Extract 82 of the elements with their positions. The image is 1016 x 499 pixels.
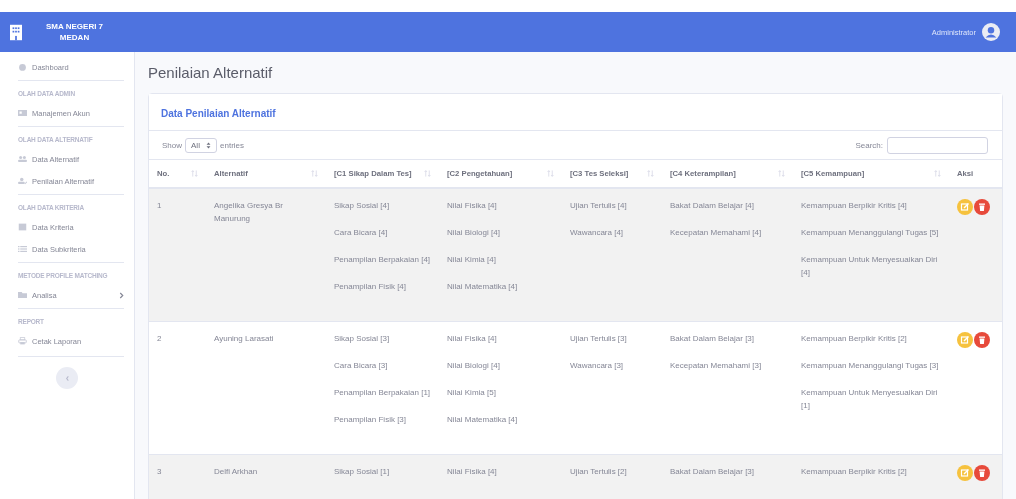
page-title: Penilaian Alternatif xyxy=(148,64,274,81)
score-entry: Penampilan Berpakaian [4] xyxy=(334,254,431,266)
select-arrows-icon xyxy=(206,141,211,149)
score-entry: Nilai Kimia [5] xyxy=(447,387,497,399)
delete-button[interactable] xyxy=(974,465,990,481)
avatar-icon[interactable] xyxy=(982,23,1000,41)
trash-icon xyxy=(977,335,987,345)
search-field[interactable] xyxy=(887,136,988,154)
table-icon xyxy=(18,223,27,231)
score-entry: Kecepatan Memahami [4] xyxy=(670,227,763,239)
users-icon xyxy=(18,155,27,163)
entries-label: entries xyxy=(220,140,245,150)
score-entry: Nilai Biologi [4] xyxy=(447,227,501,239)
sort-icon xyxy=(647,170,654,177)
score-entry: Nilai Fisika [4] xyxy=(447,200,498,212)
card-icon xyxy=(18,109,27,117)
score-entry: Nilai Matematika [4] xyxy=(447,414,519,426)
score-entry: Nilai Kimia [4] xyxy=(447,254,497,266)
table-cell: 3 xyxy=(149,454,206,499)
entries-select[interactable]: All xyxy=(185,137,217,153)
sort-icon xyxy=(934,170,941,177)
sort-icon xyxy=(424,170,431,177)
list-icon xyxy=(18,245,27,253)
sort-icon xyxy=(191,170,198,177)
score-entry: Sikap Sosial [1] xyxy=(334,466,391,478)
table-cell: 1 xyxy=(149,188,206,322)
score-entry: Cara Bicara [3] xyxy=(334,360,389,372)
user-edit-icon xyxy=(18,177,27,185)
trash-icon xyxy=(977,468,987,478)
score-entry: Penampilan Berpakaian [1] xyxy=(334,387,431,399)
score-entry: Kemampuan Untuk Menyesuaikan Diri [4] xyxy=(801,254,939,279)
delete-button[interactable] xyxy=(974,332,990,348)
table-cell: Delfi Arkhan xyxy=(206,454,326,499)
sort-icon xyxy=(778,170,785,177)
table-cell: Angelika Gresya Br Manurung xyxy=(206,188,326,322)
edit-icon xyxy=(960,202,970,212)
school-city: MEDAN xyxy=(59,32,90,43)
show-label: Show xyxy=(162,140,182,150)
table-cell: 2 xyxy=(149,321,206,455)
score-entry: Kemampuan Berpikir Kritis [2] xyxy=(801,466,908,478)
card-title: Data Penilaian Alternatif xyxy=(161,108,276,119)
score-entry: Nilai Fisika [4] xyxy=(447,466,498,478)
print-icon xyxy=(18,337,27,345)
search-label: Search: xyxy=(855,140,883,150)
score-entry: Kecepatan Memahami [3] xyxy=(670,360,763,372)
score-entry: Kemampuan Menanggulangi Tugas [3] xyxy=(801,360,940,372)
score-entry: Bakat Dalam Belajar [3] xyxy=(670,333,756,345)
score-entry: Ujian Tertulis [2] xyxy=(570,466,628,478)
score-entry: Bakat Dalam Belajar [3] xyxy=(670,466,756,478)
table-cell: Ayuning Larasati xyxy=(206,321,326,455)
edit-button[interactable] xyxy=(957,332,973,348)
score-entry: Nilai Matematika [4] xyxy=(447,281,519,293)
score-entry: Penampilan Fisik [4] xyxy=(334,281,408,293)
score-entry: Kemampuan Berpikir Kritis [4] xyxy=(801,200,908,212)
sort-icon xyxy=(547,170,554,177)
building-icon xyxy=(10,23,22,41)
folder-icon xyxy=(18,291,27,299)
score-entry: Kemampuan Berpikir Kritis [2] xyxy=(801,333,908,345)
score-entry: Kemampuan Menanggulangi Tugas [5] xyxy=(801,227,940,239)
chevron-left-icon xyxy=(64,374,70,382)
trash-icon xyxy=(977,202,987,212)
delete-button[interactable] xyxy=(974,199,990,215)
sort-icon xyxy=(311,170,318,177)
edit-button[interactable] xyxy=(957,465,973,481)
chevron-right-icon xyxy=(119,291,124,299)
score-entry: Nilai Biologi [4] xyxy=(447,360,501,372)
score-entry: Bakat Dalam Belajar [4] xyxy=(670,200,756,212)
score-entry: Penampilan Fisik [3] xyxy=(334,414,408,426)
score-entry: Wawancara [3] xyxy=(570,360,625,372)
score-entry: Kemampuan Untuk Menyesuaikan Diri [1] xyxy=(801,387,939,412)
score-entry: Ujian Tertulis [4] xyxy=(570,200,628,212)
school-name: SMA NEGERI 7 xyxy=(46,21,104,32)
edit-icon xyxy=(960,335,970,345)
edit-button[interactable] xyxy=(957,199,973,215)
score-entry: Cara Bicara [4] xyxy=(334,227,389,239)
score-entry: Sikap Sosial [4] xyxy=(334,200,391,212)
sidebar-toggle-button[interactable] xyxy=(56,367,78,389)
edit-icon xyxy=(960,468,970,478)
score-entry: Sikap Sosial [3] xyxy=(334,333,391,345)
score-entry: Ujian Tertulis [3] xyxy=(570,333,628,345)
score-entry: Wawancara [4] xyxy=(570,227,625,239)
score-entry: Nilai Fisika [4] xyxy=(447,333,498,345)
